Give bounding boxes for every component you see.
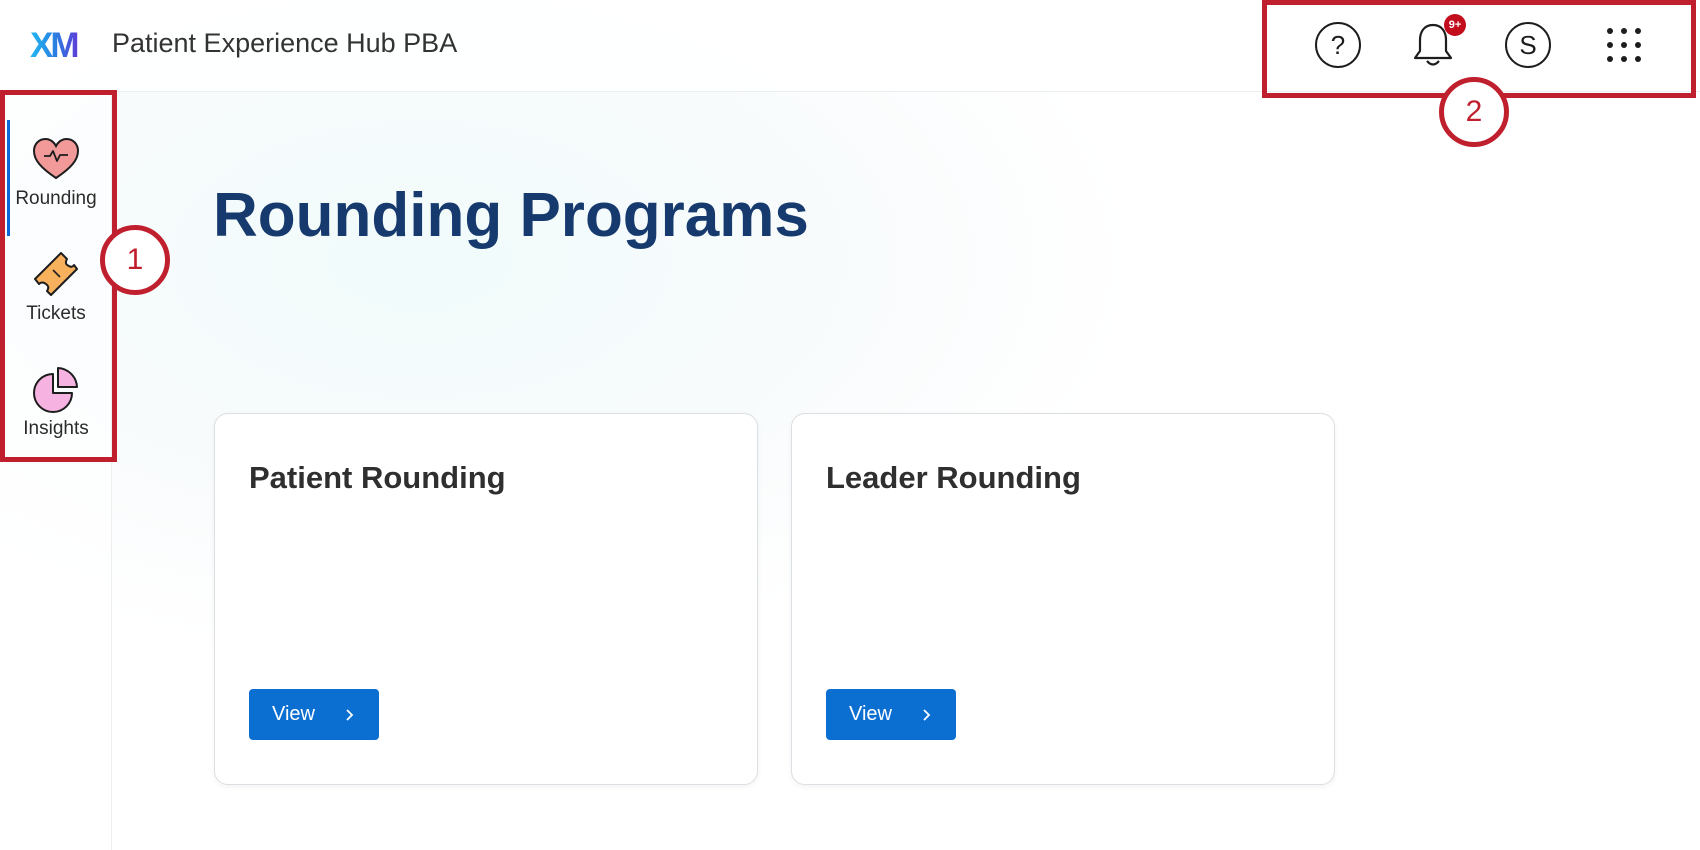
app-launcher-button[interactable] bbox=[1599, 20, 1649, 70]
sidebar-nav: Rounding Tickets Insights bbox=[0, 92, 112, 850]
card-title: Patient Rounding bbox=[249, 460, 506, 495]
view-button-label: View bbox=[272, 703, 315, 725]
notification-badge: 9+ bbox=[1444, 14, 1466, 36]
avatar-initial: S bbox=[1519, 29, 1537, 60]
sidebar-item-insights[interactable]: Insights bbox=[0, 350, 112, 460]
view-button-label: View bbox=[849, 703, 892, 725]
sidebar-item-rounding[interactable]: Rounding bbox=[0, 120, 112, 230]
svg-text:XM: XM bbox=[30, 26, 77, 64]
user-avatar-button[interactable]: S bbox=[1503, 20, 1553, 70]
annotation-marker-2: 2 bbox=[1439, 77, 1509, 147]
sidebar-item-label: Insights bbox=[23, 418, 89, 439]
sidebar-item-label: Rounding bbox=[15, 188, 97, 209]
chevron-right-icon bbox=[923, 709, 931, 721]
program-card-patient-rounding: Patient Rounding View bbox=[214, 413, 758, 785]
help-icon: ? bbox=[1315, 22, 1361, 68]
help-symbol: ? bbox=[1330, 29, 1346, 60]
sidebar-item-tickets[interactable]: Tickets bbox=[0, 235, 112, 345]
view-button[interactable]: View bbox=[249, 689, 379, 740]
annotation-marker-1: 1 bbox=[100, 225, 170, 295]
sidebar-item-label: Tickets bbox=[26, 303, 86, 324]
chevron-right-icon bbox=[346, 709, 354, 721]
notifications-button[interactable]: 9+ bbox=[1408, 14, 1466, 70]
view-button[interactable]: View bbox=[826, 689, 956, 740]
help-button[interactable]: ? bbox=[1313, 20, 1363, 70]
grid-icon bbox=[1607, 28, 1641, 62]
top-header: XM Patient Experience Hub PBA ? 9+ S bbox=[0, 0, 1700, 92]
pie-chart-icon bbox=[33, 367, 78, 413]
ticket-icon bbox=[34, 252, 78, 296]
avatar: S bbox=[1505, 22, 1551, 68]
xm-logo[interactable]: XM bbox=[30, 24, 86, 65]
page-title: Rounding Programs bbox=[213, 181, 809, 250]
program-card-leader-rounding: Leader Rounding View bbox=[791, 413, 1335, 785]
heart-icon bbox=[32, 137, 80, 180]
card-title: Leader Rounding bbox=[826, 460, 1081, 495]
app-title: Patient Experience Hub PBA bbox=[112, 28, 458, 58]
active-nav-indicator bbox=[7, 120, 10, 236]
xm-logo-icon: XM bbox=[30, 26, 80, 65]
